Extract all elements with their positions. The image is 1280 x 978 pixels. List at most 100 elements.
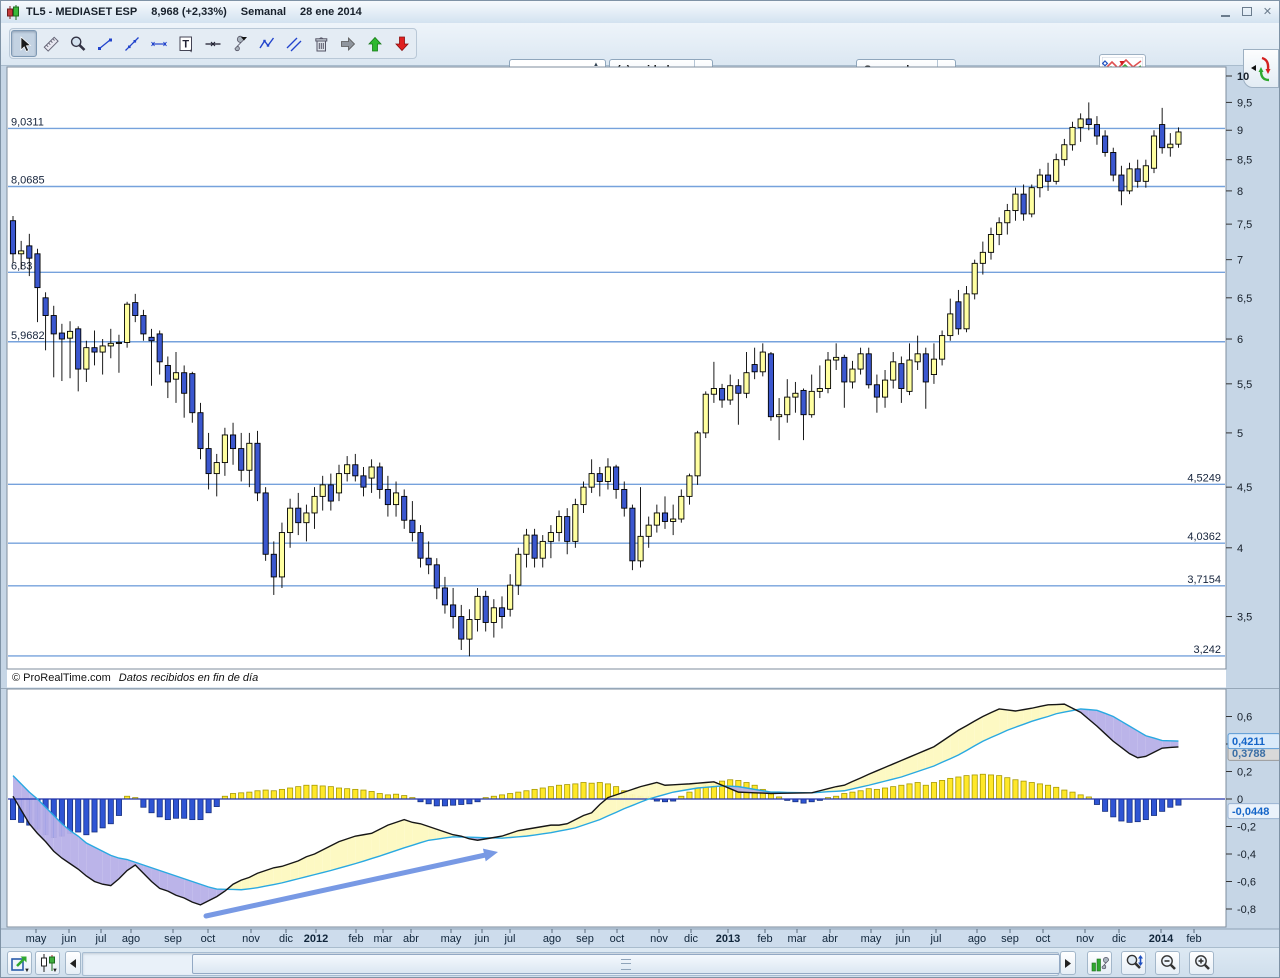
candle-body <box>1094 125 1099 136</box>
indicator-axis-label: 0,6 <box>1237 712 1252 724</box>
candle-body <box>239 449 244 471</box>
toolbar-settings-button[interactable] <box>227 30 253 57</box>
histogram-bar <box>964 776 969 799</box>
histogram-bar <box>1078 795 1083 799</box>
candle-body <box>1151 136 1156 168</box>
scrollbar-grip <box>621 959 631 970</box>
candle-body <box>1029 188 1034 214</box>
toolbar-up-arrow-button[interactable] <box>362 30 388 57</box>
histogram-bar <box>288 788 293 799</box>
candle <box>866 348 871 389</box>
price-axis-label: 7 <box>1237 255 1243 267</box>
histogram-bar <box>361 790 366 799</box>
svg-text:T: T <box>182 38 189 50</box>
toolbar-forward-arrow-button[interactable] <box>335 30 361 57</box>
scrollbar-track[interactable] <box>82 952 1059 976</box>
close-button[interactable]: ✕ <box>1260 5 1275 18</box>
histogram-bar <box>92 799 97 832</box>
histogram-bar <box>1013 780 1018 799</box>
macd-signal-fill <box>355 835 363 864</box>
histogram-bar <box>1176 799 1181 805</box>
candle-body <box>834 357 839 360</box>
export-chart-button[interactable]: ▼ <box>7 951 32 975</box>
histogram-bar <box>842 794 847 800</box>
year-axis-label: 2013 <box>716 933 740 945</box>
month-axis-label: jun <box>895 933 911 945</box>
zoom-out-icon <box>1158 953 1178 973</box>
histogram-bar <box>931 783 936 800</box>
candle-body <box>1062 145 1067 160</box>
histogram-bar <box>230 794 235 800</box>
toolbar-parallel-lines-button[interactable] <box>281 30 307 57</box>
histogram-bar <box>1103 799 1108 811</box>
horizontal-segment-icon <box>149 34 169 54</box>
histogram-bar <box>190 799 195 820</box>
histogram-bar <box>173 799 178 818</box>
toolbar-delete-button[interactable] <box>308 30 334 57</box>
macd-value-badge-text: 0,3788 <box>1232 748 1266 760</box>
histogram-bar <box>304 785 309 799</box>
candle-body <box>27 246 32 258</box>
scrollbar-thumb[interactable] <box>192 954 1060 974</box>
candle <box>125 302 130 348</box>
histogram-bar <box>108 799 113 824</box>
toolbar-zoom-button[interactable] <box>65 30 91 57</box>
macd-signal-fill <box>380 825 388 856</box>
last-date-label: 28 ene 2014 <box>300 6 362 18</box>
histogram-bar <box>768 794 773 800</box>
month-axis-label: may <box>441 933 462 945</box>
zoom-out-button[interactable] <box>1155 951 1180 975</box>
histogram-bar <box>499 795 504 799</box>
scroll-right-button[interactable] <box>1060 951 1076 975</box>
chart-settings-button[interactable] <box>1087 951 1112 975</box>
display-style-button[interactable]: ▼ <box>35 951 60 975</box>
histogram-bar <box>972 775 977 799</box>
minimize-button[interactable] <box>1218 5 1233 18</box>
month-axis-label: nov <box>650 933 668 945</box>
price-chart-panel[interactable]: 9,03118,06856,835,96824,52494,03623,7154… <box>1 65 1280 689</box>
down-arrow-icon <box>392 34 412 54</box>
zoom-in-button[interactable] <box>1189 951 1214 975</box>
macd-signal-fill <box>363 833 371 861</box>
histogram-bar <box>214 799 219 807</box>
candle-body <box>1160 125 1165 148</box>
candle-body <box>1070 127 1075 144</box>
toolbar-text-button[interactable]: T <box>173 30 199 57</box>
toolbar-zigzag-button[interactable] <box>254 30 280 57</box>
level-price-label: 4,0362 <box>1187 531 1221 543</box>
candle-body <box>499 608 504 617</box>
price-axis-label: 10 <box>1237 71 1249 83</box>
candle-body <box>997 223 1002 235</box>
candle-body <box>328 485 333 501</box>
toolbar-trendline-button[interactable] <box>119 30 145 57</box>
candle-body <box>622 489 627 508</box>
candle-body <box>556 517 561 533</box>
zoom-range-button[interactable] <box>1121 951 1146 975</box>
candle-body <box>540 541 545 558</box>
candle-body <box>214 463 219 474</box>
toolbar-horizontal-segment-button[interactable] <box>146 30 172 57</box>
indicator-axis-label: -0,8 <box>1237 904 1256 916</box>
histogram-bar <box>891 787 896 799</box>
macd-signal-fill <box>396 820 404 851</box>
candle-body <box>312 496 317 513</box>
toolbar-segment-button[interactable] <box>92 30 118 57</box>
restore-button[interactable] <box>1239 5 1254 18</box>
toolbar-select-button[interactable] <box>11 30 37 57</box>
histogram-bar <box>1127 799 1132 822</box>
horizontal-line-icon <box>203 34 223 54</box>
scroll-left-button[interactable] <box>65 951 81 975</box>
price-axis-label: 6,5 <box>1237 293 1252 305</box>
histogram-bar <box>442 799 447 806</box>
toolbar-horizontal-line-button[interactable] <box>200 30 226 57</box>
histogram-bar <box>988 775 993 799</box>
histogram-bar <box>801 799 806 803</box>
toolbar-ruler-button[interactable] <box>38 30 64 57</box>
histogram-bar <box>1168 799 1173 807</box>
toolbar-down-arrow-button[interactable] <box>389 30 415 57</box>
month-axis-label: oct <box>201 933 216 945</box>
candle-body <box>369 467 374 478</box>
macd-signal-fill <box>404 820 412 848</box>
candle-body <box>605 467 610 482</box>
indicator-panel[interactable]: 0,60,40,20-0,2-0,4-0,6-0,80,37880,4211-0… <box>1 689 1280 947</box>
